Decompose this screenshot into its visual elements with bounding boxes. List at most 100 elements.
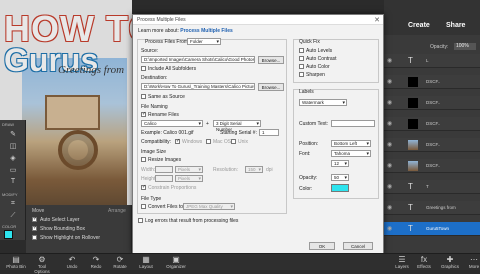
rename-files-checkbox[interactable]	[141, 111, 146, 117]
bottom-bar-item[interactable]: ⚙ Tool Options	[30, 256, 54, 274]
text-icon[interactable]: T	[3, 178, 23, 188]
bottom-bar-item[interactable]: ⋯ More	[462, 256, 480, 270]
same-as-source-checkbox[interactable]	[141, 94, 146, 99]
cancel-button[interactable]: Cancel	[343, 242, 373, 250]
undo-icon: ↶	[68, 255, 76, 264]
position-select[interactable]: Bottom Left	[331, 140, 371, 147]
close-icon[interactable]: ✕	[374, 16, 380, 24]
layer-thumbnail: T	[408, 56, 413, 65]
height-field[interactable]	[155, 175, 173, 182]
layers-icon: ☰	[398, 255, 406, 264]
eye-icon[interactable]: ◉	[387, 162, 392, 169]
auto-color-checkbox[interactable]	[299, 64, 304, 69]
auto-levels-checkbox[interactable]	[299, 48, 304, 53]
learn-more-label: Learn more about: Process Multiple Files	[138, 28, 233, 34]
layer-row[interactable]: ◉ T L	[384, 54, 480, 68]
layer-row[interactable]: ◉ DSCF..	[384, 75, 480, 89]
position-label: Position:	[299, 141, 319, 147]
font-label: Font:	[299, 151, 311, 157]
bottom-bar-label: Photo Bin	[6, 264, 26, 269]
layer-name: DSCF..	[426, 163, 441, 168]
dialog-title: Process Multiple Files	[133, 15, 383, 25]
eye-icon[interactable]: ◉	[387, 183, 392, 190]
foreground-color-swatch[interactable]	[4, 230, 13, 239]
layer-row[interactable]: ◉ DSCF..	[384, 159, 480, 173]
layer-row[interactable]: ◉ T Guru5Town	[384, 222, 480, 236]
bottom-bar-item[interactable]: ▤ Photo Bin	[4, 256, 28, 270]
convert-files-checkbox[interactable]	[141, 204, 146, 209]
eraser-icon[interactable]: ◫	[3, 142, 23, 152]
watermark-color-swatch[interactable]	[331, 184, 349, 192]
custom-text-field[interactable]	[331, 120, 375, 127]
width-units-select[interactable]: Pixels	[175, 166, 203, 173]
convert-type-select[interactable]: JPEG Max Quality	[183, 203, 235, 210]
serial-select[interactable]: 3 Digit Serial Number	[213, 120, 261, 132]
auto-contrast-checkbox[interactable]	[299, 56, 304, 61]
bottom-bar-item[interactable]: ↷ Redo	[84, 256, 108, 270]
layer-name: DSCF..	[426, 142, 441, 147]
bottom-bar-item[interactable]: ☰ Layers	[390, 255, 414, 270]
auto-select-checkbox[interactable]	[32, 216, 37, 222]
sharpen-checkbox[interactable]	[299, 72, 304, 77]
font-select[interactable]: Tahoma	[331, 150, 371, 157]
rename-name-field[interactable]: Calico	[141, 120, 203, 127]
bottom-bar-item[interactable]: ⟳ Rotate	[108, 256, 132, 270]
labels-select[interactable]: Watermark	[299, 99, 347, 106]
log-errors-checkbox[interactable]	[138, 218, 143, 223]
include-subfolders-checkbox[interactable]	[141, 66, 146, 71]
layer-row[interactable]: ◉ T Greetings from	[384, 201, 480, 215]
destination-field[interactable]: D:\Work\How To Gurus\_Training Masters\C…	[141, 83, 255, 90]
shape-icon[interactable]: ▭	[3, 166, 23, 176]
layer-thumbnail: T	[408, 203, 413, 212]
example-label: Example: Calico 001.gif	[141, 130, 194, 136]
layer-row[interactable]: ◉ DSCF..	[384, 96, 480, 110]
create-button[interactable]: Create	[408, 22, 430, 29]
macos-label: Mac OS	[213, 139, 232, 145]
layer-row[interactable]: ◉ DSCF..	[384, 138, 480, 152]
eye-icon[interactable]: ◉	[387, 141, 392, 148]
layer-row[interactable]: ◉ DSCF..	[384, 117, 480, 131]
bucket-icon[interactable]: ◈	[3, 154, 23, 164]
straighten-icon[interactable]: ⟋	[3, 212, 23, 222]
resize-images-checkbox[interactable]	[141, 157, 146, 162]
macos-checkbox[interactable]	[206, 139, 211, 144]
learn-more-link[interactable]: Process Multiple Files	[180, 28, 233, 34]
bottom-bar-label: Undo	[66, 264, 78, 269]
brush-icon[interactable]: ✎	[3, 130, 23, 140]
windows-checkbox[interactable]	[175, 138, 180, 144]
bottom-bar-item[interactable]: fx Effects	[412, 256, 436, 270]
starting-serial-field[interactable]: 1	[259, 129, 279, 136]
eye-icon[interactable]: ◉	[387, 78, 392, 85]
width-field[interactable]	[155, 166, 173, 173]
bottom-bar-item[interactable]: ▣ Organizer	[164, 256, 188, 270]
crop-icon[interactable]: ⌗	[3, 200, 23, 210]
eye-icon[interactable]: ◉	[387, 99, 392, 106]
bottom-bar-item[interactable]: ▦ Layout	[134, 256, 158, 270]
eye-icon[interactable]: ◉	[387, 120, 392, 127]
bottom-bar-item[interactable]: ↶ Undo	[60, 255, 84, 270]
layer-opacity-value[interactable]: 100%	[454, 43, 476, 50]
share-button[interactable]: Share	[446, 22, 465, 29]
process-from-select[interactable]: Folder	[187, 38, 221, 45]
layer-row[interactable]: ◉ T T	[384, 180, 480, 194]
eye-icon[interactable]: ◉	[387, 204, 392, 211]
constrain-label: Constrain Proportions	[148, 185, 197, 191]
height-units-select[interactable]: Pixels	[175, 175, 203, 182]
eye-icon[interactable]: ◉	[387, 57, 392, 64]
layer-thumbnail	[408, 98, 418, 108]
eye-icon[interactable]: ◉	[387, 225, 392, 232]
bottom-bar-item[interactable]: ✚ Graphics	[438, 256, 462, 270]
highlight-checkbox[interactable]	[32, 235, 37, 240]
ok-button[interactable]: OK	[309, 242, 335, 250]
source-browse-button[interactable]: Browse...	[258, 56, 284, 64]
source-field[interactable]: D:\Imported Images\Camera Shots\Calico\G…	[141, 56, 255, 63]
tool-options-icon: ⚙	[38, 255, 46, 264]
unix-checkbox[interactable]	[231, 139, 236, 144]
sharpen-label: Sharpen	[306, 72, 325, 78]
destination-browse-button[interactable]: Browse...	[258, 83, 284, 91]
opacity-select[interactable]: 50	[331, 174, 349, 181]
font-size-select[interactable]: 12	[331, 160, 349, 167]
bounding-box-checkbox[interactable]	[32, 225, 37, 231]
resolution-select[interactable]: 150	[245, 166, 263, 173]
constrain-checkbox[interactable]	[141, 184, 146, 190]
